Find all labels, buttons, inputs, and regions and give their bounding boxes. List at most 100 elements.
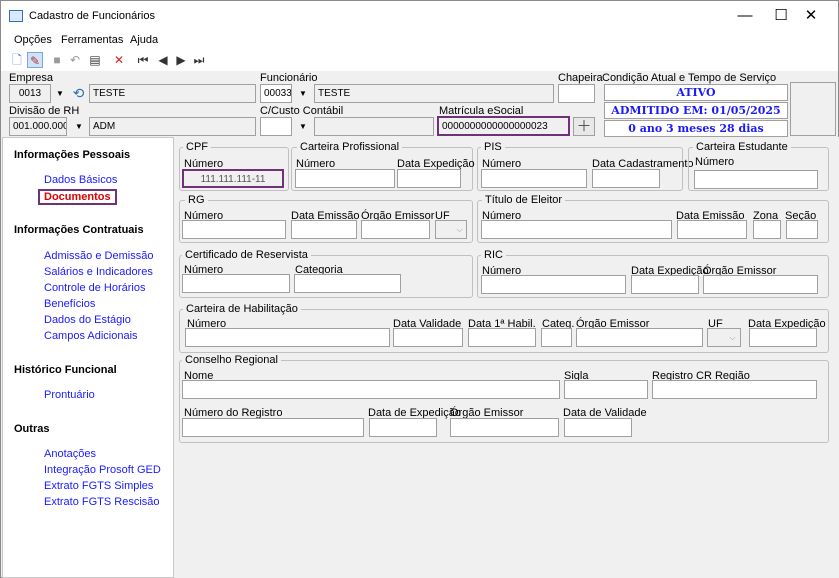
last-record-icon[interactable]: ⏭ xyxy=(191,52,207,68)
pis-numero-field[interactable] xyxy=(481,169,587,188)
link-salarios-indicadores[interactable]: Salários e Indicadores xyxy=(44,266,153,278)
rg-title: RG xyxy=(185,194,208,206)
ce-numero-label: Número xyxy=(695,156,735,168)
maximize-button[interactable]: ☐ xyxy=(764,1,798,31)
first-record-icon[interactable]: ⏮ xyxy=(135,52,151,68)
link-admissao-demissao[interactable]: Admissão e Demissão xyxy=(44,250,153,262)
link-extrato-fgts-rescisao[interactable]: Extrato FGTS Rescisão xyxy=(44,496,160,508)
funcionario-label: Funcionário xyxy=(260,72,318,84)
link-campos-adicionais[interactable]: Campos Adicionais xyxy=(44,330,138,342)
rg-orgao-field[interactable] xyxy=(361,220,430,239)
link-beneficios[interactable]: Benefícios xyxy=(44,298,95,310)
ric-orgao-field[interactable] xyxy=(703,275,818,294)
chapeira-field[interactable] xyxy=(558,84,595,103)
funcionario-code-field[interactable]: 00033 xyxy=(260,84,292,103)
te-zona-field[interactable] xyxy=(753,220,781,239)
ric-data-field[interactable] xyxy=(631,275,699,294)
app-icon xyxy=(9,10,23,22)
cr-categoria-field[interactable] xyxy=(294,274,401,293)
cons-numreg-field[interactable] xyxy=(182,418,364,437)
new-document-icon[interactable]: 🗋 xyxy=(9,52,25,68)
funcionario-name-field: TESTE xyxy=(314,84,554,103)
section-historico-funcional: Histórico Funcional xyxy=(14,364,117,376)
pis-title: PIS xyxy=(481,141,505,153)
main-window: Cadastro de Funcionários — ☐ ✕ Opções Fe… xyxy=(0,0,839,578)
cpf-title: CPF xyxy=(183,141,211,153)
link-extrato-fgts-simples[interactable]: Extrato FGTS Simples xyxy=(44,480,153,492)
link-integracao-ged[interactable]: Integração Prosoft GED xyxy=(44,464,161,476)
rg-numero-field[interactable] xyxy=(182,220,286,239)
cons-registro-regiao-field[interactable] xyxy=(652,380,817,399)
link-dados-basicos[interactable]: Dados Básicos xyxy=(44,174,117,186)
divisao-code-field[interactable]: 001.000.000 xyxy=(9,117,67,136)
cons-nome-field[interactable] xyxy=(182,380,560,399)
tempo-servico-badge: 0 ano 3 meses 28 dias xyxy=(604,120,788,137)
delete-icon[interactable]: ✕ xyxy=(111,52,127,68)
ccusto-code-field[interactable] xyxy=(260,117,292,136)
ch-orgao-field[interactable] xyxy=(576,328,703,347)
link-prontuario[interactable]: Prontuário xyxy=(44,389,95,401)
rg-uf-chevron-icon[interactable]: ⌵ xyxy=(453,221,466,238)
ch-expedicao-field[interactable] xyxy=(749,328,817,347)
funcionario-dropdown-icon[interactable]: ▼ xyxy=(295,84,311,103)
ccusto-label: C/Custo Contábil xyxy=(260,105,344,117)
ch-numero-field[interactable] xyxy=(185,328,390,347)
edit-icon[interactable]: ✎ xyxy=(27,52,43,68)
link-anotacoes[interactable]: Anotações xyxy=(44,448,96,460)
rg-emissao-field[interactable] xyxy=(291,220,357,239)
ch-title: Carteira de Habilitação xyxy=(183,303,301,315)
add-matricula-icon[interactable]: ＋ xyxy=(573,117,595,136)
cons-orgao-field[interactable] xyxy=(450,418,559,437)
cp-numero-field[interactable] xyxy=(295,169,395,188)
section-informacoes-pessoais: Informações Pessoais xyxy=(14,149,131,161)
cons-sigla-field[interactable] xyxy=(564,380,648,399)
minimize-button[interactable]: — xyxy=(728,1,762,31)
ccusto-name-field xyxy=(314,117,434,136)
link-controle-horarios[interactable]: Controle de Horários xyxy=(44,282,146,294)
matricula-esocial-field[interactable]: 0000000000000000023 xyxy=(437,116,570,136)
window-title: Cadastro de Funcionários xyxy=(29,10,155,22)
cons-validade-field[interactable] xyxy=(564,418,632,437)
undo-icon[interactable]: ↶ xyxy=(67,52,83,68)
te-numero-field[interactable] xyxy=(481,220,672,239)
menu-opcoes[interactable]: Opções xyxy=(14,34,52,46)
condicao-label: Condição Atual e Tempo de Serviço xyxy=(602,72,777,84)
divisao-dropdown-icon[interactable]: ▼ xyxy=(71,117,87,136)
status-ativo-badge: ATIVO xyxy=(604,84,788,101)
cpf-numero-field[interactable]: 111.111.111-11 xyxy=(182,169,284,188)
ch-categ-field[interactable] xyxy=(541,328,572,347)
previous-record-icon[interactable]: ◀ xyxy=(155,52,171,68)
pis-data-field[interactable] xyxy=(592,169,660,188)
photo-frame[interactable] xyxy=(790,82,836,136)
next-record-icon[interactable]: ▶ xyxy=(173,52,189,68)
divisao-name-field: ADM xyxy=(89,117,256,136)
cons-expedicao-field[interactable] xyxy=(369,418,437,437)
menu-ajuda[interactable]: Ajuda xyxy=(130,34,158,46)
close-button[interactable]: ✕ xyxy=(794,1,828,31)
link-documentos[interactable]: Documentos xyxy=(38,189,117,205)
ch-habilitacao-field[interactable] xyxy=(468,328,536,347)
menu-bar xyxy=(1,31,838,49)
save-icon[interactable]: ■ xyxy=(49,52,65,68)
te-emissao-field[interactable] xyxy=(677,220,747,239)
ccusto-dropdown-icon[interactable]: ▼ xyxy=(295,117,311,136)
cr-numero-field[interactable] xyxy=(182,274,290,293)
chapeira-label: Chapeira xyxy=(558,72,603,84)
cp-data-field[interactable] xyxy=(397,169,461,188)
cr-title: Certificado de Reservista xyxy=(182,249,311,261)
ch-validade-field[interactable] xyxy=(393,328,463,347)
te-title: Título de Eleitor xyxy=(482,194,566,206)
refresh-empresa-icon[interactable]: ⟲ xyxy=(70,85,87,102)
ce-title: Carteira Estudante xyxy=(693,141,791,153)
print-preview-icon[interactable]: ▤ xyxy=(87,52,103,68)
empresa-label: Empresa xyxy=(9,72,54,84)
ch-uf-chevron-icon[interactable]: ⌵ xyxy=(726,329,739,346)
ce-numero-field[interactable] xyxy=(694,170,818,189)
menu-ferramentas[interactable]: Ferramentas xyxy=(61,34,123,46)
empresa-code-field[interactable]: 0013 xyxy=(9,84,51,103)
empresa-name-field: TESTE xyxy=(89,84,256,103)
te-secao-field[interactable] xyxy=(786,220,818,239)
ric-numero-field[interactable] xyxy=(481,275,626,294)
link-dados-estagio[interactable]: Dados do Estágio xyxy=(44,314,131,326)
empresa-dropdown-icon[interactable]: ▼ xyxy=(52,84,68,103)
